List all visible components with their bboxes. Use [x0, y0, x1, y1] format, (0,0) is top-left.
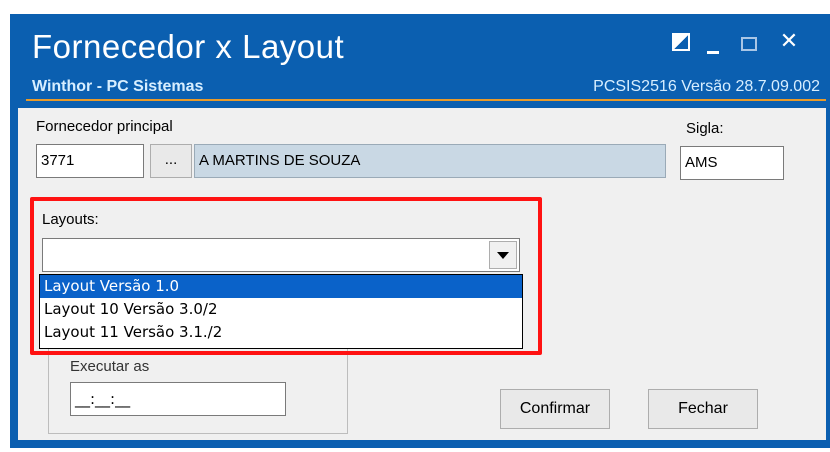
sigla-label: Sigla: [686, 120, 724, 137]
window-title: Fornecedor x Layout [32, 28, 345, 65]
minimize-icon[interactable] [700, 28, 726, 54]
close-button[interactable]: Fechar [648, 389, 758, 429]
title-divider [26, 99, 826, 101]
close-icon[interactable]: ✕ [776, 28, 802, 54]
highlight-box [30, 197, 542, 355]
executar-label: Executar as [70, 358, 150, 375]
confirm-button[interactable]: Confirmar [500, 389, 610, 429]
fornecedor-label: Fornecedor principal [36, 118, 173, 135]
version-label: PCSIS2516 Versão 28.7.09.002 [593, 78, 820, 95]
window-subtitle: Winthor - PC Sistemas [32, 78, 204, 95]
form-area: Fornecedor principal 3771 ... A MARTINS … [18, 108, 826, 440]
title-bar[interactable]: Fornecedor x Layout Winthor - PC Sistema… [10, 14, 830, 106]
fornecedor-name-field: A MARTINS DE SOUZA [194, 144, 666, 178]
sigla-field[interactable]: AMS [680, 146, 784, 180]
restore-icon[interactable] [668, 28, 694, 54]
window: Fornecedor x Layout Winthor - PC Sistema… [10, 14, 830, 448]
maximize-icon[interactable] [736, 28, 762, 54]
time-field[interactable]: __:__:__ [70, 382, 286, 416]
lookup-button[interactable]: ... [150, 144, 192, 178]
fornecedor-code-field[interactable]: 3771 [36, 144, 144, 178]
